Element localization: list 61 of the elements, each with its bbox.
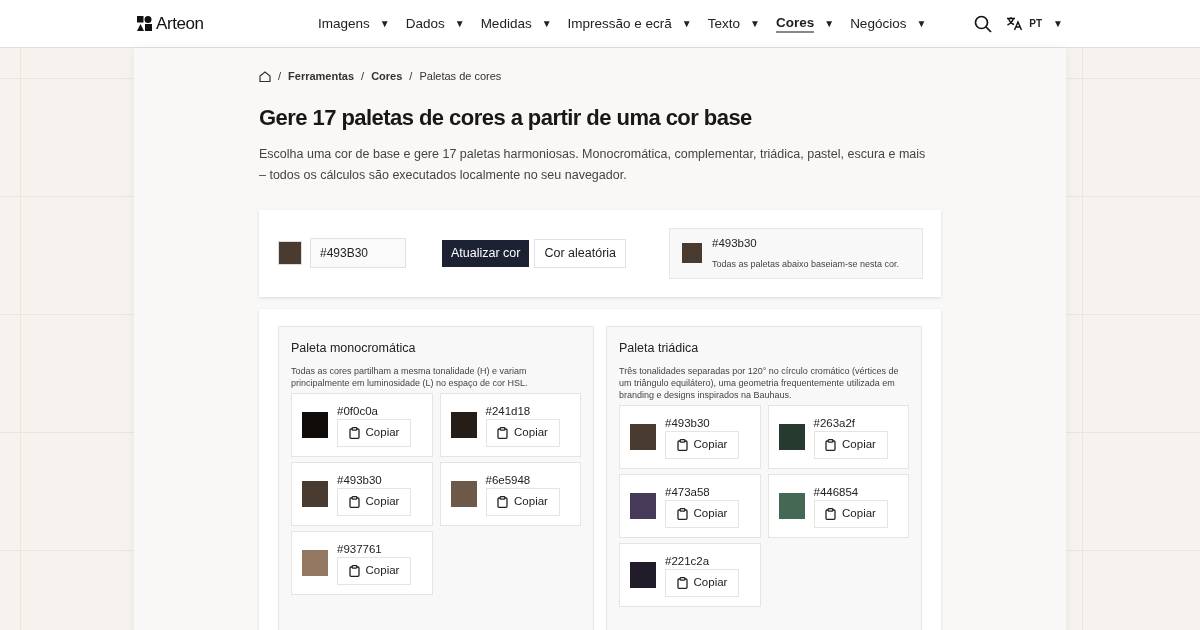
palette-description: Três tonalidades separadas por 120° no círculo cromático (vértices de um triângulo equilátero), uma geometria frequentemente utilizada em branding e designs inspirados na Bauhaus. (619, 365, 900, 402)
clipboard-icon (497, 426, 509, 439)
breadcrumb-separator: / (361, 69, 365, 84)
clipboard-icon (676, 507, 688, 520)
hex-code: #493b30 (337, 472, 383, 487)
hex-code: #493b30 (665, 415, 711, 430)
clipboard-icon (676, 438, 688, 451)
page-title: Gere 17 paletas de cores a partir de uma cor base (259, 103, 753, 132)
hex-code: #6e5948 (485, 472, 532, 487)
breadcrumb-separator: / (278, 69, 282, 84)
hex-code: #446854 (813, 484, 860, 499)
clipboard-icon (348, 426, 360, 439)
breadcrumb-link[interactable]: Cores (371, 68, 403, 85)
copy-button[interactable]: Copiar (665, 568, 739, 597)
copy-button[interactable]: Copiar (665, 430, 739, 459)
copy-button[interactable]: Copiar (337, 418, 411, 447)
copy-button[interactable]: Copiar (813, 430, 888, 459)
copy-button[interactable]: Copiar (813, 499, 888, 528)
language-selector[interactable]: PT ▼ (1006, 16, 1063, 31)
home-icon[interactable] (259, 70, 271, 82)
current-note: Todas as paletas abaixo baseiam-se nesta cor. (712, 257, 900, 271)
nav-item[interactable]: Negócios ▼ (850, 15, 927, 32)
breadcrumb-separator: / (409, 69, 413, 84)
hex-code: #473a58 (665, 484, 711, 499)
search-icon[interactable] (974, 14, 993, 33)
clipboard-icon (825, 438, 837, 451)
base-color-swatch[interactable] (278, 241, 302, 265)
nav-item[interactable]: Impressão e ecrã ▼ (567, 15, 692, 32)
logo-icon (137, 16, 152, 31)
breadcrumb-link[interactable]: Paletas de cores (419, 68, 502, 85)
clipboard-icon (348, 564, 360, 577)
update-button[interactable]: Atualizar cor (442, 239, 530, 267)
copy-button[interactable]: Copiar (665, 499, 739, 528)
hex-code: #221c2a (665, 553, 711, 568)
random-button[interactable]: Cor aleatória (534, 238, 627, 268)
hex-input[interactable]: #493B30 (310, 238, 406, 268)
brand-name: Arteon (156, 12, 204, 35)
breadcrumb-link[interactable]: Ferramentas (288, 68, 355, 85)
hex-code: #263a2f (813, 415, 857, 430)
copy-button[interactable]: Copiar (337, 487, 411, 516)
clipboard-icon (497, 495, 509, 508)
translate-icon (1006, 16, 1024, 31)
palette-title: Paleta triádica (619, 339, 700, 357)
clipboard-icon (348, 495, 360, 508)
current-hex: #493b30 (712, 235, 758, 251)
copy-button[interactable]: Copiar (337, 556, 411, 585)
nav-item[interactable]: Imagens ▼ (318, 15, 390, 32)
copy-button[interactable]: Copiar (485, 418, 560, 447)
clipboard-icon (825, 507, 837, 520)
palette-description: Todas as cores partilham a mesma tonalidade (H) e variam principalmente em luminosidade (L) no espaço de cor HSL. (291, 365, 529, 390)
hex-code: #241d18 (485, 403, 532, 418)
nav-item[interactable]: Dados ▼ (405, 15, 465, 32)
nav-item[interactable]: Texto ▼ (707, 15, 760, 32)
palette-title: Paleta monocromática (291, 339, 417, 357)
copy-button[interactable]: Copiar (485, 487, 560, 516)
nav-item[interactable]: Medidas ▼ (480, 15, 552, 32)
clipboard-icon (676, 576, 688, 589)
hex-code: #937761 (337, 541, 383, 556)
hex-code: #0f0c0a (337, 403, 379, 418)
intro-text: Escolha uma cor de base e gere 17 paletas harmoniosas. Monocromática, complementar, triádica, pastel, escura e mais – todos os cálculos são executados localmente no seu navegador. (259, 145, 927, 184)
nav-item[interactable]: Cores ▼ (775, 14, 835, 33)
